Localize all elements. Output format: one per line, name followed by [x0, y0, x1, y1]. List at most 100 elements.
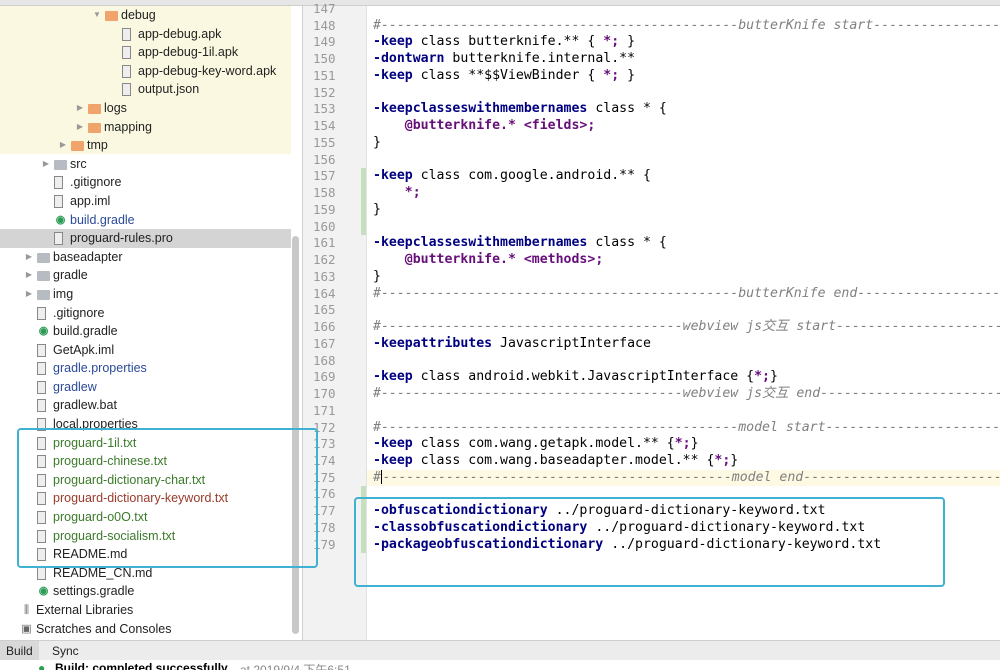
code-line[interactable]: #--------------------------------------w… [373, 319, 1000, 336]
code-line[interactable]: -keepclasseswithmembernames class * { [373, 101, 667, 118]
tree-item[interactable]: ▶ src [0, 155, 291, 174]
code-line[interactable]: -keep class butterknife.** { *; } [373, 34, 635, 51]
tree-item[interactable]: ▣ Scratches and Consoles [0, 620, 291, 639]
code-token: #---------------------------------------… [373, 285, 1000, 301]
code-line[interactable]: -keepattributes JavascriptInterface [373, 336, 651, 353]
code-token: ----------------------------------------… [382, 469, 1000, 485]
code-token: class com.google.android.** { [412, 168, 651, 184]
line-number: 165 [313, 302, 336, 318]
tree-item[interactable]: proguard-rules.pro [0, 229, 291, 248]
tree-item-label: build.gradle [70, 212, 135, 227]
tree-item[interactable]: gradlew.bat [0, 396, 291, 415]
chevron-right-icon[interactable]: ▶ [75, 118, 85, 137]
highlight-box-dictionary-rules [354, 497, 945, 587]
tree-item[interactable]: ◉ build.gradle [0, 211, 291, 230]
chevron-right-icon[interactable]: ▶ [24, 266, 34, 285]
code-line[interactable]: #---------------------------------------… [373, 469, 1000, 487]
tree-item[interactable]: .gitignore [0, 304, 291, 323]
code-token: *; [404, 185, 421, 201]
line-number: 148 [313, 17, 336, 33]
tree-item[interactable]: ▼ debug [0, 6, 291, 25]
line-number: 152 [313, 84, 336, 100]
code-line[interactable]: @butterknife.* <methods>; [373, 252, 604, 269]
tree-item[interactable]: ▶ mapping [0, 118, 291, 137]
chevron-right-icon[interactable]: ▶ [24, 285, 34, 304]
tree-item-label: build.gradle [53, 324, 118, 339]
tree-item[interactable]: app.iml [0, 192, 291, 211]
tree-item[interactable]: ▶ logs [0, 99, 291, 118]
chevron-down-icon[interactable]: ▼ [92, 6, 102, 25]
tree-item[interactable]: ▶ gradle [0, 266, 291, 285]
code-line[interactable]: -keep class com.google.android.** { [373, 168, 651, 185]
tree-item-label: app-debug.apk [138, 26, 222, 41]
file-icon [54, 232, 63, 246]
code-token: -keep [373, 452, 413, 468]
tree-item[interactable]: GetApk.iml [0, 341, 291, 360]
chevron-right-icon[interactable]: ▶ [41, 155, 51, 174]
code-line[interactable]: *; [373, 185, 421, 202]
code-token: *; [603, 67, 620, 83]
code-line[interactable]: #---------------------------------------… [373, 420, 1000, 437]
code-token: class com.wang.baseadapter.model.** { [412, 452, 715, 468]
build-status-time: at 2019/9/4 下午6:51 [240, 663, 351, 670]
tree-item-label: tmp [87, 138, 108, 153]
code-line[interactable]: #---------------------------------------… [373, 18, 1000, 35]
line-number: 149 [313, 34, 336, 50]
tree-item[interactable]: app-debug-1il.apk [0, 43, 291, 62]
tree-item[interactable]: ◉ build.gradle [0, 322, 291, 341]
tree-item-label: Scratches and Consoles [36, 621, 172, 636]
code-token: *; [674, 436, 691, 452]
line-number: 156 [313, 151, 336, 167]
line-number: 153 [313, 101, 336, 117]
tree-item[interactable]: output.json [0, 80, 291, 99]
tree-item[interactable]: gradle.properties [0, 359, 291, 378]
tree-item[interactable]: ▶ img [0, 285, 291, 304]
tree-item-label: proguard-rules.pro [70, 231, 173, 246]
tab-build[interactable]: Build [0, 641, 39, 661]
chevron-right-icon[interactable]: ▶ [24, 248, 34, 267]
tree-item-label: app-debug-1il.apk [138, 45, 239, 60]
code-line[interactable]: #---------------------------------------… [373, 286, 1000, 303]
code-line[interactable]: #--------------------------------------w… [373, 386, 1000, 403]
code-token: @butterknife.* <methods>; [404, 252, 604, 268]
code-line[interactable]: -keep class com.wang.baseadapter.model.*… [373, 453, 738, 470]
tree-item[interactable]: ▶ tmp [0, 136, 291, 155]
chevron-right-icon[interactable]: ▶ [75, 99, 85, 118]
change-marker [361, 218, 366, 236]
code-token: } [730, 452, 739, 468]
code-token: class com.wang.getapk.model.** { [412, 436, 675, 452]
tab-sync[interactable]: Sync [46, 641, 85, 661]
code-line[interactable]: -keep class android.webkit.JavascriptInt… [373, 369, 778, 386]
code-line[interactable]: -keep class **$$ViewBinder { *; } [373, 68, 635, 85]
code-token: -keep [373, 168, 413, 184]
tree-item[interactable]: gradlew [0, 378, 291, 397]
code-line[interactable]: -keep class com.wang.getapk.model.** {*;… [373, 436, 699, 453]
code-line[interactable]: @butterknife.* <fields>; [373, 118, 596, 135]
build-status-text: Build: completed successfully [55, 661, 228, 670]
chevron-right-icon[interactable]: ▶ [58, 136, 68, 155]
code-line[interactable]: } [373, 269, 381, 286]
tree-item-label: .gitignore [53, 305, 105, 320]
line-number: 147 [313, 1, 336, 16]
code-token: class * { [587, 235, 667, 251]
tree-item[interactable]: .gitignore [0, 173, 291, 192]
tree-item[interactable]: ◉ settings.gradle [0, 582, 291, 601]
folder-icon [105, 11, 118, 21]
code-token: #--------------------------------------w… [373, 319, 1000, 335]
line-number: 167 [313, 335, 336, 351]
tree-item[interactable]: ▶ baseadapter [0, 248, 291, 267]
tree-item[interactable]: app-debug-key-word.apk [0, 62, 291, 81]
code-token: JavascriptInterface [492, 335, 651, 351]
tree-item[interactable]: app-debug.apk [0, 25, 291, 44]
tree-item[interactable]: ⫼ External Libraries [0, 601, 291, 620]
code-line[interactable]: } [373, 202, 381, 219]
tree-item-label: app.iml [70, 193, 111, 208]
code-line[interactable]: -dontwarn butterknife.internal.** [373, 51, 635, 68]
tree-item-label: src [70, 156, 87, 171]
gray-folder-icon [37, 271, 50, 282]
tree-item-label: img [53, 286, 74, 301]
code-line[interactable]: } [373, 135, 381, 152]
change-marker [361, 168, 366, 186]
code-line[interactable]: -keepclasseswithmembernames class * { [373, 235, 667, 252]
